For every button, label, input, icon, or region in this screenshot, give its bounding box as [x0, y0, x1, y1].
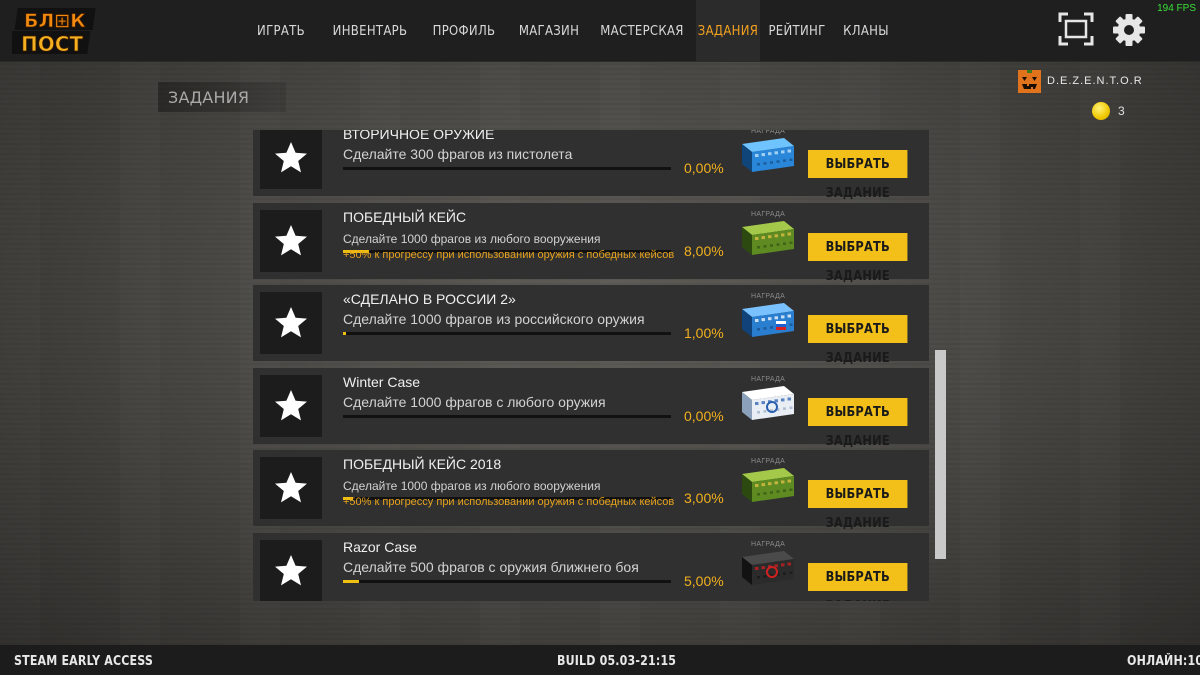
select-mission-button[interactable]: ВЫБРАТЬ ЗАДАНИЕ	[808, 480, 908, 531]
nav-item[interactable]: МАСТЕРСКАЯ	[588, 0, 696, 62]
mission-row[interactable]: Winter Case Сделайте 1000 фрагов с любог…	[253, 367, 929, 449]
mission-bonus-text: +50% к прогрессу при использовании оружи…	[343, 496, 675, 508]
mission-row[interactable]: «СДЕЛАНО В РОССИИ 2» Сделайте 1000 фраго…	[253, 285, 929, 366]
nav-item[interactable]: КЛАНЫ	[834, 0, 898, 62]
nav-item[interactable]: ИГРАТЬ	[240, 0, 322, 62]
reward-case-icon	[738, 134, 796, 174]
main-nav: ИГРАТЬ ИНВЕНТАРЬ ПРОФИЛЬ МАГАЗИН МАСТЕРСКАЯ З…	[240, 0, 898, 62]
nav-item[interactable]: ЗАДАНИЯ	[696, 0, 760, 62]
select-mission-button[interactable]: ВЫБРАТЬ ЗАДАНИЕ	[808, 232, 908, 284]
footer: STEAM EARLY ACCESS BUILD 05.03-21:15 ОНЛ…	[0, 645, 1200, 675]
select-mission-button[interactable]: ВЫБРАТЬ ЗАДАНИЕ	[808, 562, 908, 601]
mission-description: Сделайте 500 фрагов с оружия ближнего бо…	[343, 558, 639, 575]
reward-case-icon	[738, 382, 796, 422]
user-profile[interactable]: D.E.Z.E.N.T.O.R	[1018, 69, 1143, 93]
nav-item[interactable]: МАГАЗИН	[510, 0, 588, 62]
fps-counter: 194 FPS	[1157, 3, 1196, 14]
mission-star-icon	[260, 374, 322, 437]
mission-description: Сделайте 300 фрагов из пистолета	[343, 146, 573, 162]
mission-title: «СДЕЛАНО В РОССИИ 2»	[343, 291, 516, 307]
mission-progress-percent: 5,00%	[684, 572, 724, 589]
scrollbar[interactable]	[935, 350, 946, 559]
mission-progress-percent: 1,00%	[684, 325, 724, 341]
select-mission-button[interactable]: ВЫБРАТЬ ЗАДАНИЕ	[808, 315, 908, 366]
select-mission-button[interactable]: ВЫБРАТЬ ЗАДАНИЕ	[808, 397, 908, 449]
top-bar: БЛ⊞К ПОСТ ИГРАТЬ ИНВЕНТАРЬ ПРОФИЛЬ МАГАЗИН М…	[0, 0, 1200, 62]
mission-star-icon	[260, 130, 322, 189]
mission-progress-bar	[343, 332, 671, 335]
mission-progress-percent: 0,00%	[684, 160, 724, 176]
nav-item[interactable]: ПРОФИЛЬ	[418, 0, 510, 62]
footer-build: BUILD 05.03-21:15	[557, 654, 677, 669]
mission-description: Сделайте 1000 фрагов с любого оружия	[343, 393, 606, 410]
mission-progress-bar	[343, 414, 671, 418]
coin-balance: 3	[1092, 102, 1125, 120]
missions-list[interactable]: ВТОРИЧНОЕ ОРУЖИЕ Сделайте 300 фрагов из …	[253, 130, 929, 601]
mission-progress-bar	[343, 579, 671, 583]
mission-title: Winter Case	[343, 373, 421, 390]
footer-online: ОНЛАЙН:105	[1127, 654, 1200, 669]
mission-description: Сделайте 1000 фрагов из любого вооружени…	[343, 479, 601, 493]
mission-title: Razor Case	[343, 538, 417, 555]
coin-count: 3	[1118, 104, 1125, 118]
username: D.E.Z.E.N.T.O.R	[1047, 75, 1143, 87]
mission-row[interactable]: Razor Case Сделайте 500 фрагов с оружия …	[253, 532, 929, 601]
page-title: ЗАДАНИЯ	[158, 82, 286, 112]
mission-star-icon	[260, 457, 322, 519]
footer-steam-label: STEAM EARLY ACCESS	[14, 654, 154, 669]
mission-progress-percent: 8,00%	[684, 242, 724, 259]
mission-star-icon	[260, 209, 322, 272]
mission-title: ПОБЕДНЫЙ КЕЙС	[343, 208, 467, 225]
game-logo[interactable]: БЛ⊞К ПОСТ	[12, 6, 96, 56]
mission-star-icon	[260, 539, 322, 601]
mission-row[interactable]: ВТОРИЧНОЕ ОРУЖИЕ Сделайте 300 фрагов из …	[253, 130, 929, 201]
svg-text:БЛ⊞К: БЛ⊞К	[24, 10, 86, 32]
mission-progress-percent: 3,00%	[684, 490, 724, 506]
reward-case-icon	[738, 299, 796, 339]
select-mission-button[interactable]: ВЫБРАТЬ ЗАДАНИЕ	[808, 150, 908, 201]
nav-item[interactable]: ИНВЕНТАРЬ	[322, 0, 418, 62]
mission-description: Сделайте 1000 фрагов из любого вооружени…	[343, 231, 601, 246]
coin-icon	[1092, 102, 1110, 120]
reward-case-icon	[738, 547, 796, 587]
fullscreen-icon[interactable]	[1058, 12, 1094, 46]
mission-description: Сделайте 1000 фрагов из российского оруж…	[343, 311, 645, 327]
mission-progress-bar	[343, 167, 671, 170]
reward-case-icon	[738, 464, 796, 504]
nav-item[interactable]: РЕЙТИНГ	[760, 0, 834, 62]
gear-icon[interactable]	[1112, 13, 1146, 47]
pumpkin-avatar	[1018, 69, 1041, 93]
svg-text:ПОСТ: ПОСТ	[21, 32, 83, 56]
mission-title: ВТОРИЧНОЕ ОРУЖИЕ	[343, 130, 495, 142]
mission-title: ПОБЕДНЫЙ КЕЙС 2018	[343, 456, 502, 472]
mission-row[interactable]: ПОБЕДНЫЙ КЕЙС 2018 Сделайте 1000 фрагов …	[253, 450, 929, 531]
mission-bonus-text: +50% к прогрессу при использовании оружи…	[343, 248, 675, 261]
mission-progress-percent: 0,00%	[684, 407, 724, 424]
mission-star-icon	[260, 292, 322, 354]
reward-case-icon	[738, 217, 796, 257]
mission-row[interactable]: ПОБЕДНЫЙ КЕЙС Сделайте 1000 фрагов из лю…	[253, 202, 929, 284]
